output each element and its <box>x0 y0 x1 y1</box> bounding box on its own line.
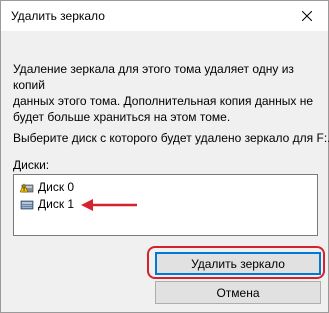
annotation-arrow <box>81 199 137 211</box>
disk-warning-icon <box>20 183 34 193</box>
remove-mirror-button[interactable]: Удалить зеркало <box>155 252 321 275</box>
disks-listbox[interactable]: Диск 0 Диск 1 <box>13 174 318 236</box>
disk-1-label: Диск 1 <box>38 197 75 211</box>
cancel-button[interactable]: Отмена <box>155 281 321 304</box>
disk-icon <box>20 200 34 210</box>
disk-0-label: Диск 0 <box>38 180 75 194</box>
remove-mirror-dialog: Удалить зеркало Удаление зеркала для это… <box>0 0 329 313</box>
window-title: Удалить зеркало <box>11 9 105 23</box>
close-icon <box>302 11 312 21</box>
list-item-disk-1[interactable]: Диск 1 <box>20 196 74 212</box>
description-text: Удаление зеркала для этого тома удаляет … <box>13 62 314 124</box>
prompt-text: Выберите диск с которого будет удалено з… <box>13 131 329 145</box>
close-button[interactable] <box>292 5 322 27</box>
title-bar: Удалить зеркало <box>1 1 328 31</box>
disks-label: Диски: <box>13 158 50 172</box>
list-item-disk-0[interactable]: Диск 0 <box>20 179 74 195</box>
